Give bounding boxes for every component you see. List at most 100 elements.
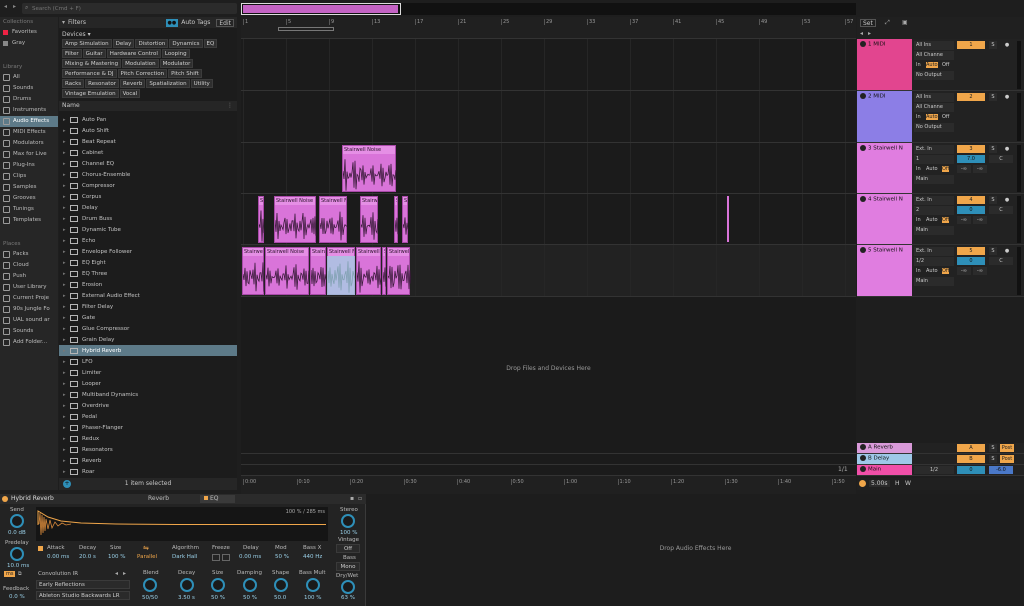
sidebar-item-all[interactable]: All	[0, 72, 58, 83]
predelay-value[interactable]: 10.0 ms	[7, 563, 29, 569]
filter-tag[interactable]: Delay	[113, 39, 135, 48]
volume-field[interactable]: 7.0	[957, 155, 985, 163]
browser-item[interactable]: ▸ Dynamic Tube	[59, 224, 237, 235]
pan-field[interactable]: C	[989, 206, 1013, 214]
audio-clip[interactable]: Stairwell Noise	[310, 247, 326, 295]
audio-clip[interactable]: Stairwell Noise	[382, 247, 386, 295]
browser-item[interactable]: ▸ Multiband Dynamics	[59, 389, 237, 400]
eq-power-icon[interactable]	[204, 496, 208, 500]
place-item[interactable]: 90s Jungle Fo	[0, 304, 58, 315]
drop-files-area[interactable]: Drop Files and Devices Here	[241, 297, 856, 443]
expand-arrow-icon[interactable]: ▸	[63, 293, 67, 299]
nudge-left-icon[interactable]: ◂	[860, 30, 863, 37]
fold-icon[interactable]	[860, 247, 866, 253]
drywet-knob[interactable]	[341, 580, 355, 594]
input-type-select[interactable]: Ext. In	[914, 145, 954, 154]
track-name[interactable]: 5 Stairwell N	[857, 245, 912, 296]
return-lane[interactable]	[241, 454, 856, 465]
input-channel-select[interactable]: 1	[914, 155, 954, 164]
filter-tag[interactable]: Guitar	[83, 49, 106, 58]
input-channel-select[interactable]: 1/2	[914, 257, 954, 266]
routing-icon[interactable]: ⇋	[143, 544, 149, 552]
size-value[interactable]: 100 %	[108, 554, 125, 560]
expand-arrow-icon[interactable]: ▸	[63, 271, 67, 277]
volume-field[interactable]: 0	[957, 206, 985, 214]
mute-icon[interactable]: ●	[1003, 93, 1011, 101]
filter-tag[interactable]: Resonator	[85, 79, 119, 88]
expand-arrow-icon[interactable]: ▸	[63, 436, 67, 442]
filter-icon[interactable]: ▾	[62, 19, 65, 26]
edit-button[interactable]: Edit	[216, 19, 234, 27]
sidebar-item-max-for-live[interactable]: Max for Live	[0, 149, 58, 160]
browser-item[interactable]: ▸ Drum Buss	[59, 213, 237, 224]
audio-clip[interactable]: Stairwell Noise	[356, 247, 381, 295]
output-select[interactable]: Main	[914, 175, 954, 184]
place-item[interactable]: UAL sound ar	[0, 315, 58, 326]
expand-arrow-icon[interactable]: ▸	[63, 348, 67, 354]
clip-selection[interactable]	[327, 256, 355, 295]
expand-arrow-icon[interactable]: ▸	[63, 183, 67, 189]
browser-item[interactable]: ▸ External Audio Effect	[59, 290, 237, 301]
send-value[interactable]: 0.0 dB	[8, 530, 26, 536]
search-bar[interactable]: ⌕	[22, 3, 237, 14]
main-cue-field[interactable]: -6.0	[989, 466, 1013, 474]
browser-item[interactable]: ▸ Chorus-Ensemble	[59, 169, 237, 180]
filter-tag[interactable]: Spatialization	[146, 79, 189, 88]
track-lane[interactable]: Stairwell Noise	[241, 143, 856, 194]
ir-next-icon[interactable]: ▸	[123, 570, 126, 577]
column-menu-icon[interactable]: ⋮	[227, 101, 233, 111]
nudge-right-icon[interactable]: ▸	[868, 30, 871, 37]
routing-select[interactable]: Parallel	[137, 554, 157, 560]
browser-item[interactable]: ▸ Erosion	[59, 279, 237, 290]
delay-value[interactable]: 0.00 ms	[239, 554, 261, 560]
zoom-value[interactable]: 5.00s	[869, 480, 890, 487]
decay-value[interactable]: 20.0 s	[79, 554, 96, 560]
overview-strip[interactable]	[241, 3, 856, 15]
expand-arrow-icon[interactable]: ▸	[63, 205, 67, 211]
device-close-icon[interactable]: ▫	[358, 495, 362, 502]
add-icon[interactable]: +	[63, 480, 71, 488]
return-lane[interactable]	[241, 443, 856, 454]
browser-item[interactable]: ▸ Phaser-Flanger	[59, 422, 237, 433]
freeze-link-button[interactable]	[222, 554, 230, 561]
zoom-icon[interactable]	[859, 480, 866, 487]
decay2-value[interactable]: 3.50 s	[178, 595, 195, 601]
track-name[interactable]: 2 MIDI	[857, 91, 912, 142]
return-activator[interactable]: 1/2	[914, 466, 954, 474]
browser-item[interactable]: ▸ Reverb	[59, 455, 237, 466]
solo-button[interactable]: S	[989, 93, 997, 101]
browser-item[interactable]: ▸ EQ Three	[59, 268, 237, 279]
arrangement-view[interactable]: 1 5 9 13 17 21 25 29 33 37 41 45 49 53 57 Stairwell No…	[241, 17, 856, 495]
output-select[interactable]: Main	[914, 277, 954, 286]
browser-item[interactable]: ▸ Echo	[59, 235, 237, 246]
track-activator[interactable]: 2	[957, 93, 985, 101]
send-b-field[interactable]: -∞	[973, 165, 987, 173]
attack-enable-icon[interactable]	[38, 546, 43, 551]
monitor-off[interactable]: Off	[942, 217, 949, 223]
filter-tag[interactable]: Performance & DJ	[62, 69, 117, 78]
sidebar-item-templates[interactable]: Templates	[0, 215, 58, 226]
send-b-field[interactable]: -∞	[973, 216, 987, 224]
search-input[interactable]	[32, 4, 232, 13]
sidebar-item-drums[interactable]: Drums	[0, 94, 58, 105]
volume-field[interactable]: 0	[957, 257, 985, 265]
mute-icon[interactable]: ●	[1003, 41, 1011, 49]
track-lane[interactable]	[241, 91, 856, 143]
arm-icon[interactable]: ●	[1003, 247, 1011, 255]
damping-knob[interactable]	[243, 578, 257, 592]
expand-arrow-icon[interactable]: ▸	[63, 381, 67, 387]
size2-value[interactable]: 50 %	[211, 595, 225, 601]
ir-prev-icon[interactable]: ◂	[115, 570, 118, 577]
post-button[interactable]: Post	[1000, 444, 1014, 452]
blend-knob[interactable]	[143, 578, 157, 592]
w-button[interactable]: W	[905, 480, 911, 487]
sidebar-item-midi-effects[interactable]: MIDI Effects	[0, 127, 58, 138]
fold-icon[interactable]	[860, 145, 866, 151]
algorithm-select[interactable]: Dark Hall	[172, 554, 197, 560]
devices-filter-label[interactable]: Devices ▾	[62, 30, 234, 39]
solo-button[interactable]: S	[989, 455, 997, 463]
monitor-off[interactable]: Off	[942, 62, 949, 68]
expand-arrow-icon[interactable]: ▸	[63, 359, 67, 365]
expand-arrow-icon[interactable]: ▸	[63, 249, 67, 255]
expand-arrow-icon[interactable]: ▸	[63, 139, 67, 145]
